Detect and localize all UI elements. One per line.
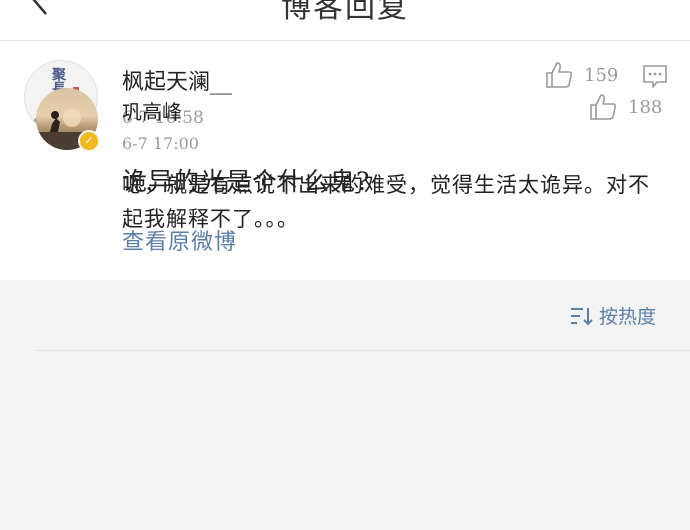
comment-icon[interactable] bbox=[641, 62, 669, 90]
sort-by-hot-button[interactable]: 按热度 bbox=[569, 302, 656, 329]
reply-timestamp: 6-7 17:00 bbox=[122, 134, 199, 153]
reply-like-count: 188 bbox=[628, 96, 663, 118]
reply-text: 嗯，就是有点说不出来的难受，觉得生活太诡异。对不起我解释不了。。。 bbox=[122, 173, 650, 231]
thumbs-up-icon bbox=[590, 94, 617, 120]
divider bbox=[36, 350, 690, 351]
post-like-count: 159 bbox=[584, 64, 619, 86]
top-navigation-bar: 博客回复 bbox=[0, 0, 690, 41]
sort-label: 按热度 bbox=[598, 306, 656, 328]
post-like-button[interactable]: 159 bbox=[544, 60, 618, 90]
sort-icon bbox=[570, 307, 593, 325]
replies-section: 按热度 bbox=[0, 280, 690, 530]
reply-author-name[interactable]: 巩高峰 bbox=[122, 96, 182, 125]
reply-like-button[interactable]: 188 bbox=[588, 92, 662, 122]
verified-icon: ✓ bbox=[78, 130, 100, 152]
post-author-name[interactable]: 枫起天澜__ bbox=[122, 64, 232, 96]
thumbs-up-icon bbox=[546, 62, 573, 88]
page-title: 博客回复 bbox=[281, 0, 409, 25]
